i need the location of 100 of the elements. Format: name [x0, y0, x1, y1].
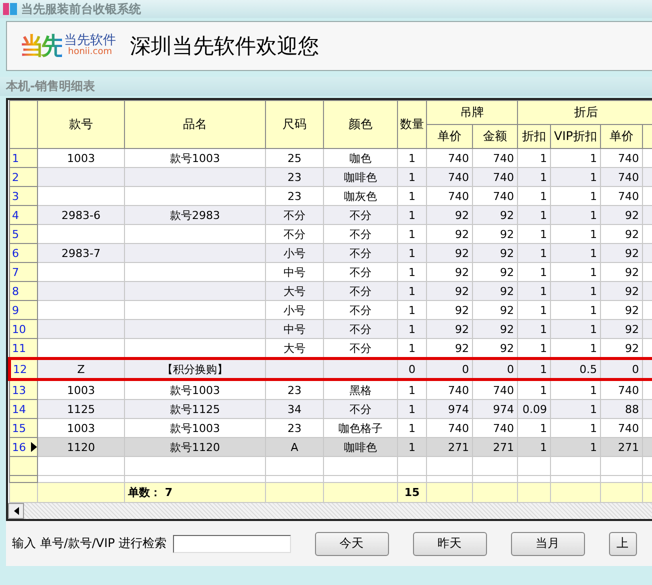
table-cell: 1 — [398, 168, 426, 186]
horizontal-scrollbar[interactable] — [8, 503, 652, 521]
table-cell — [426, 482, 472, 502]
table-cell — [550, 482, 600, 502]
table-cell: Z — [38, 358, 124, 380]
row-number[interactable]: 3 — [10, 186, 38, 206]
row-number[interactable]: 7 — [10, 262, 38, 282]
table-cell: 1 — [550, 206, 600, 224]
row-number[interactable]: 13 — [10, 380, 38, 400]
row-number[interactable]: 5 — [10, 224, 38, 244]
table-cell: 1 — [518, 438, 550, 456]
date-filter-button[interactable]: 当月 — [510, 532, 585, 556]
table-cell: 740 — [426, 186, 472, 206]
table-cell: 1 — [398, 438, 426, 456]
table-cell: 1 — [398, 300, 426, 320]
table-cell: 咖啡色 — [324, 438, 398, 456]
column-header: VIP折扣 — [550, 124, 600, 148]
table-cell: 1 — [398, 282, 426, 300]
row-number[interactable]: 16 — [10, 438, 38, 456]
table-cell: 1 — [550, 438, 600, 456]
table-cell — [600, 456, 642, 476]
table-cell: 1 — [550, 300, 600, 320]
row-number[interactable]: 8 — [10, 282, 38, 300]
table-cell — [472, 482, 518, 502]
table-cell: 1 — [550, 282, 600, 300]
table-cell: 1 — [518, 244, 550, 262]
row-number[interactable]: 6 — [10, 244, 38, 262]
table-cell: 23 — [266, 168, 324, 186]
row-number[interactable]: 15 — [10, 418, 38, 438]
table-cell: 92 — [472, 224, 518, 244]
row-number[interactable]: 11 — [10, 338, 38, 358]
table-cell: 740 — [426, 168, 472, 186]
table-cell: 款号1003 — [124, 148, 266, 168]
table-cell: 740 — [472, 186, 518, 206]
row-number[interactable]: 1 — [10, 148, 38, 168]
table-cell: 不分 — [324, 262, 398, 282]
table-cell: 1 — [518, 358, 550, 380]
table-cell: 92 — [472, 244, 518, 262]
search-field[interactable] — [172, 534, 291, 552]
table-cell: 740 — [600, 418, 642, 438]
table-cell: 740 — [600, 168, 642, 186]
table-cell: 款号2983 — [124, 206, 266, 224]
table-cell: 1 — [518, 168, 550, 186]
row-number[interactable]: 9 — [10, 300, 38, 320]
table-cell: 25 — [266, 148, 324, 168]
table-cell: 0.5 — [550, 358, 600, 380]
table-cell: 92 — [472, 320, 518, 338]
row-number[interactable]: 2 — [10, 168, 38, 186]
table-cell — [600, 482, 642, 502]
table-cell: 1 — [518, 282, 550, 300]
table-cell: 740 — [600, 148, 642, 168]
table-cell: 271 — [426, 438, 472, 456]
row-number[interactable]: 10 — [10, 320, 38, 338]
column-header: 数量 — [398, 100, 426, 148]
total-quantity: 15 — [398, 482, 426, 502]
column-header: 款号 — [38, 100, 124, 148]
table-cell — [266, 358, 324, 380]
table-cell: 1 — [398, 148, 426, 168]
table-cell: 不分 — [324, 400, 398, 418]
table-cell: 1 — [398, 262, 426, 282]
table-cell: 小号 — [266, 244, 324, 262]
row-number[interactable]: 4 — [10, 206, 38, 224]
table-cell: 款号1125 — [124, 400, 266, 418]
table-cell: 咖啡色 — [324, 168, 398, 186]
table-cell — [550, 456, 600, 476]
table-cell: 1 — [518, 186, 550, 206]
table-cell: 92 — [426, 206, 472, 224]
table-cell: 1 — [398, 224, 426, 244]
table-cell: 271 — [472, 438, 518, 456]
table-cell — [426, 456, 472, 476]
column-header: 单价 — [426, 124, 472, 148]
scroll-left-button[interactable] — [8, 503, 24, 519]
table-cell: 1 — [550, 224, 600, 244]
column-header: 单价 — [600, 124, 642, 148]
table-cell: 92 — [472, 300, 518, 320]
date-filter-button[interactable]: 今天 — [314, 532, 389, 556]
table-cell: 2983-7 — [38, 244, 124, 262]
table-cell: 974 — [426, 400, 472, 418]
table-cell: 1 — [550, 262, 600, 282]
table-cell: 0 — [600, 358, 642, 380]
date-filter-button[interactable]: 昨天 — [412, 532, 487, 556]
table-cell: 0 — [472, 358, 518, 380]
logo-name: 当先软件 — [64, 34, 116, 48]
table-cell — [472, 456, 518, 476]
table-cell: 款号1120 — [124, 438, 266, 456]
table-cell: 不分 — [324, 224, 398, 244]
table-cell: 小号 — [266, 300, 324, 320]
table-cell: 1125 — [38, 400, 124, 418]
table-cell: 92 — [472, 262, 518, 282]
table-cell: 740 — [472, 168, 518, 186]
row-number[interactable]: 14 — [10, 400, 38, 418]
table-cell: 34 — [266, 400, 324, 418]
row-number[interactable]: 12 — [10, 358, 38, 380]
table-cell — [266, 482, 324, 502]
table-cell: 92 — [600, 224, 642, 244]
table-cell: 1 — [550, 186, 600, 206]
table-cell: 92 — [426, 300, 472, 320]
table-cell: 咖灰色 — [324, 186, 398, 206]
date-filter-button[interactable]: 上 — [608, 532, 637, 556]
table-cell: 不分 — [324, 206, 398, 224]
